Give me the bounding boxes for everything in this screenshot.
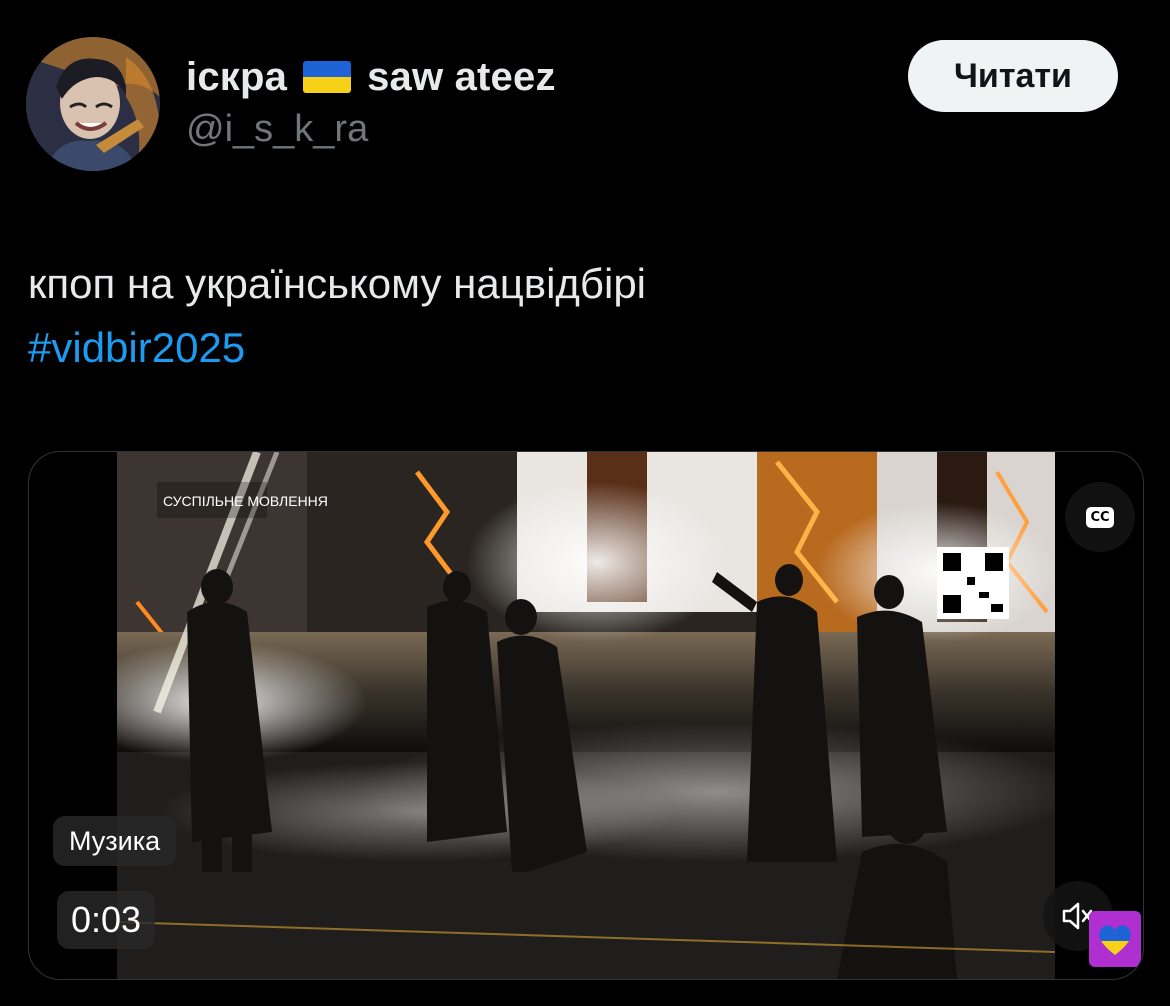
closed-captions-icon: CC: [1086, 506, 1114, 528]
tweet-header: іскра saw ateez @i_s_k_ra Читати: [0, 0, 1170, 200]
heart-icon: [1099, 925, 1131, 955]
avatar[interactable]: [26, 37, 160, 171]
eurovision-heart-logo: [1089, 911, 1141, 967]
tweet-body: кпоп на українському нацвідбірі: [28, 260, 647, 307]
video-timestamp: 0:03: [57, 891, 156, 949]
channel-watermark: СУСПІЛЬНЕ МОВЛЕННЯ: [163, 493, 328, 509]
music-badge: Музика: [53, 816, 177, 866]
avatar-image: [26, 37, 160, 171]
video-player[interactable]: СУСПІЛЬНЕ МОВЛЕННЯ CC Музика 0:03: [28, 451, 1144, 980]
tweet-text: кпоп на українському нацвідбірі #vidbir2…: [28, 252, 1138, 380]
hashtag-link[interactable]: #vidbir2025: [28, 316, 245, 380]
ukraine-flag-icon: [303, 61, 352, 93]
captions-button[interactable]: CC: [1065, 482, 1135, 552]
follow-button[interactable]: Читати: [908, 40, 1118, 112]
video-frame[interactable]: СУСПІЛЬНЕ МОВЛЕННЯ: [117, 452, 1055, 979]
display-name-suffix[interactable]: saw ateez: [367, 55, 556, 100]
author-name-row[interactable]: іскра saw ateez: [186, 52, 556, 102]
video-still: СУСПІЛЬНЕ МОВЛЕННЯ: [117, 452, 1055, 979]
author-handle[interactable]: @i_s_k_ra: [186, 108, 368, 151]
display-name[interactable]: іскра: [186, 55, 287, 100]
